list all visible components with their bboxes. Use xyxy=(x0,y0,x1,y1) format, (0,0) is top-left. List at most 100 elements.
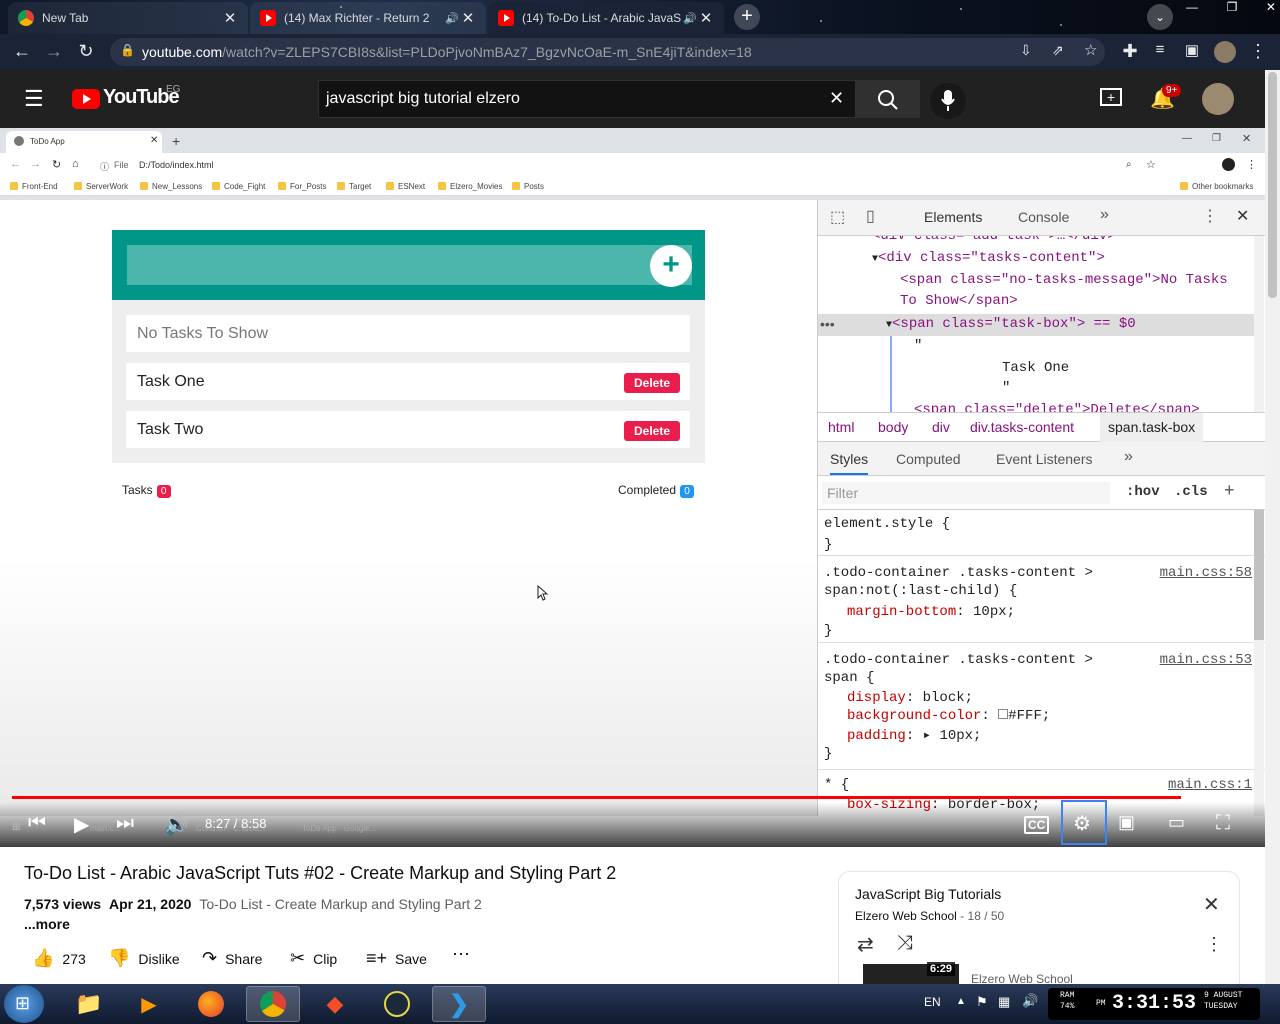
close-window-icon[interactable]: ✕ xyxy=(1266,0,1276,14)
device-toolbar-icon[interactable]: ▯ xyxy=(866,206,875,226)
omnibox[interactable]: 🔒 youtube.com/watch?v=ZLEPS7CBI8s&list=P… xyxy=(110,38,1105,66)
language-indicator[interactable]: EN xyxy=(924,995,941,1009)
tab-styles[interactable]: Styles xyxy=(830,451,869,475)
volume-icon[interactable]: 🔊 xyxy=(164,812,189,837)
delete-button[interactable]: Delete xyxy=(624,373,680,393)
css-source-link[interactable]: main.css:58 xyxy=(1160,565,1252,581)
close-tab-icon[interactable]: ✕ xyxy=(222,9,238,27)
next-icon[interactable]: ⏭ xyxy=(116,812,134,835)
dom-line[interactable]: <div class="add-task">…</div> xyxy=(872,236,1116,244)
breadcrumb-item[interactable]: div.tasks-content xyxy=(970,419,1074,435)
inner-address-bar[interactable]: ← → ↻ ⌂ ⓘ File D:/Todo/index.html ⌕ ☆ ⋮ xyxy=(0,153,1265,178)
bookmark-folder[interactable]: Front-End xyxy=(10,182,58,191)
css-source-link[interactable]: main.css:53 xyxy=(1160,652,1252,668)
bookmark-star-icon[interactable]: ☆ xyxy=(1146,158,1156,171)
profile-avatar[interactable] xyxy=(1214,41,1236,63)
miniplayer-icon[interactable]: ▣ xyxy=(1118,812,1135,833)
reload-icon[interactable]: ↻ xyxy=(74,41,98,62)
new-tab-button[interactable]: + xyxy=(734,4,760,30)
restore-icon[interactable]: ❐ xyxy=(1227,0,1238,14)
new-style-rule-icon[interactable]: + xyxy=(1224,480,1235,501)
side-panel-icon[interactable]: ▣ xyxy=(1180,41,1204,59)
dom-line-selected[interactable]: ▼<span class="task-box"> == $0 xyxy=(886,316,1136,332)
previous-icon[interactable]: ⏮ xyxy=(28,812,46,835)
more-menu-icon[interactable]: ⋮ xyxy=(1246,41,1270,62)
dom-line[interactable]: To Show</span> xyxy=(900,293,1018,309)
video-player[interactable]: ToDo App ✕ + — ❐ ✕ ← → ↻ ⌂ ⓘ File D:/Tod… xyxy=(0,128,1265,847)
zoom-icon[interactable]: ⌕ xyxy=(1126,159,1132,170)
media-control-icon[interactable]: ≡ xyxy=(1148,41,1172,58)
bookmark-folder[interactable]: ESNext xyxy=(386,182,425,191)
dom-line[interactable]: <span class="no-tasks-message">No Tasks xyxy=(900,272,1228,288)
share-icon[interactable]: ⇗ xyxy=(1052,42,1064,59)
close-tab-icon[interactable]: ✕ xyxy=(150,135,158,146)
more-tabs-icon[interactable]: » xyxy=(1100,206,1109,224)
rule-declaration[interactable]: padding: ▸ 10px; xyxy=(847,727,981,744)
playlist-channel[interactable]: Elzero Web School xyxy=(855,909,957,923)
tab-event-listeners[interactable]: Event Listeners xyxy=(996,451,1093,467)
voice-search-button[interactable] xyxy=(930,83,966,119)
taskbar-explorer[interactable]: 📁 xyxy=(62,986,116,1022)
cls-toggle[interactable]: .cls xyxy=(1174,484,1208,500)
show-more-link[interactable]: ...more xyxy=(24,916,482,932)
install-icon[interactable]: ⇩ xyxy=(1020,42,1032,59)
devtools-menu-icon[interactable]: ⋮ xyxy=(1202,206,1218,226)
taskbar-vscode[interactable]: ❯ xyxy=(432,986,486,1022)
speaker-icon[interactable]: 🔊 xyxy=(682,12,698,25)
home-icon[interactable]: ⌂ xyxy=(72,158,79,170)
network-icon[interactable]: ▦ xyxy=(998,994,1010,1010)
clock-gadget[interactable]: RAM 74% PM 3:31:53 9 AUGUST TUESDAY xyxy=(1048,988,1260,1020)
breadcrumb-item[interactable]: div xyxy=(932,419,950,435)
bookmark-folder[interactable]: Other bookmarks xyxy=(1180,182,1253,191)
search-input[interactable]: javascript big tutorial elzero ✕ xyxy=(318,80,856,118)
bookmark-folder[interactable]: Elzero_Movies xyxy=(438,182,502,191)
taskbar-firefox[interactable] xyxy=(184,986,238,1022)
browser-tab[interactable]: (14) Max Richter - Return 2 🔊 ✕ xyxy=(250,2,486,34)
bookmark-folder[interactable]: Code_Fight xyxy=(212,182,265,191)
color-swatch[interactable] xyxy=(998,709,1009,719)
task-input[interactable] xyxy=(127,245,692,285)
tab-console[interactable]: Console xyxy=(1018,209,1069,225)
hamburger-menu-icon[interactable]: ☰ xyxy=(24,86,44,112)
tab-elements[interactable]: Elements xyxy=(924,209,982,225)
close-devtools-icon[interactable]: ✕ xyxy=(1236,206,1249,226)
minimize-icon[interactable]: — xyxy=(1182,133,1192,144)
bookmark-folder[interactable]: New_Lessons xyxy=(140,182,202,191)
youtube-logo-icon[interactable] xyxy=(72,89,100,109)
shuffle-icon[interactable]: ⤨ xyxy=(897,932,913,955)
taskbar-chrome[interactable] xyxy=(246,986,300,1022)
taskbar-git[interactable]: ◆ xyxy=(308,986,362,1022)
bookmark-folder[interactable]: ServerWork xyxy=(74,182,128,191)
rule-declaration[interactable]: background-color: #FFF; xyxy=(847,708,1050,724)
taskbar-app[interactable] xyxy=(370,986,424,1022)
taskbar-media-player[interactable]: ▶ xyxy=(122,986,176,1022)
create-video-icon[interactable]: + xyxy=(1100,88,1122,106)
breadcrumb-item[interactable]: body xyxy=(878,419,908,435)
dom-scrollbar[interactable] xyxy=(1254,236,1264,412)
hov-toggle[interactable]: :hov xyxy=(1126,484,1160,500)
rule-declaration[interactable]: display: block; xyxy=(847,690,973,706)
speaker-icon[interactable]: 🔊 xyxy=(444,12,460,25)
show-hidden-icons-icon[interactable]: ▲ xyxy=(956,996,966,1007)
start-button[interactable]: ⊞ xyxy=(4,985,44,1023)
delete-button[interactable]: Delete xyxy=(624,421,680,441)
tab-search-chevron-icon[interactable]: ⌄ xyxy=(1147,4,1173,30)
save-button[interactable]: ≡+ Save xyxy=(366,948,427,969)
loop-icon[interactable]: ⇄ xyxy=(857,932,874,957)
css-source-link[interactable]: main.css:1 xyxy=(1168,777,1252,793)
clip-button[interactable]: ✂ Clip xyxy=(290,948,337,969)
avatar[interactable] xyxy=(1202,83,1234,115)
forward-icon[interactable]: → xyxy=(42,41,66,62)
dom-line[interactable]: <span class="delete">Delete</span> xyxy=(914,402,1200,412)
bookmark-folder[interactable]: Target xyxy=(337,182,371,191)
forward-icon[interactable]: → xyxy=(30,158,41,170)
restore-icon[interactable]: ❐ xyxy=(1212,133,1221,144)
progress-bar[interactable] xyxy=(12,796,1253,799)
bookmark-folder[interactable]: Posts xyxy=(512,182,544,191)
profile-icon[interactable] xyxy=(1222,158,1235,171)
page-scrollbar[interactable] xyxy=(1265,70,1280,984)
breadcrumb-item[interactable]: html xyxy=(828,419,854,435)
back-icon[interactable]: ← xyxy=(10,158,21,170)
back-icon[interactable]: ← xyxy=(10,41,34,62)
share-button[interactable]: ↷ Share xyxy=(202,948,262,969)
